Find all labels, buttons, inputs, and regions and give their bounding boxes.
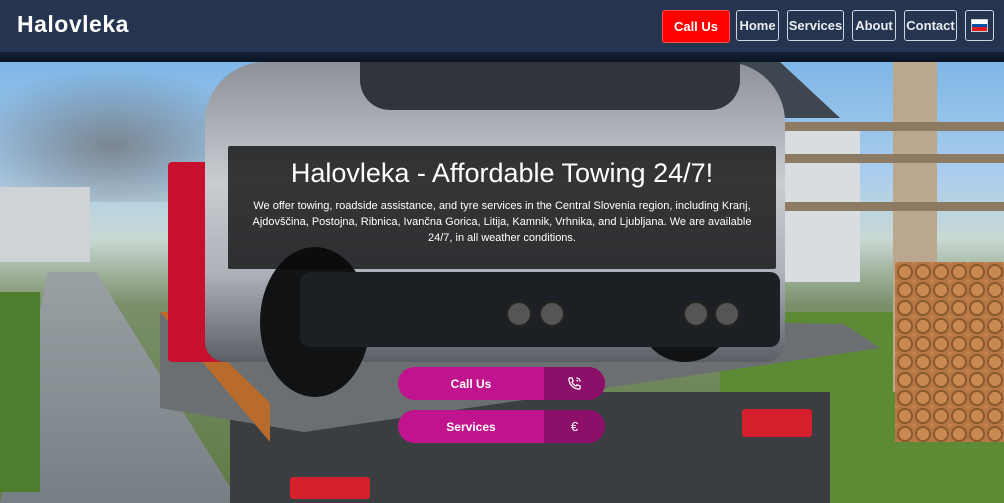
hero-title: Halovleka - Affordable Towing 24/7! xyxy=(290,158,714,188)
background-grass-left xyxy=(0,292,40,492)
euro-icon: € xyxy=(544,410,605,443)
fence-rail xyxy=(780,154,1004,163)
nav-home[interactable]: Home xyxy=(736,10,779,41)
nav-services[interactable]: Services xyxy=(787,10,844,41)
truck-tail-light xyxy=(742,409,812,437)
exhaust-pipe xyxy=(713,300,741,328)
exhaust-pipe xyxy=(682,300,710,328)
truck-tail-light xyxy=(290,477,370,499)
header-shadow xyxy=(0,52,1004,62)
woodpile xyxy=(895,262,1004,442)
fence-rail xyxy=(760,122,1004,131)
nav-contact[interactable]: Contact xyxy=(904,10,957,41)
call-us-button[interactable]: Call Us xyxy=(662,10,730,43)
exhaust-pipe xyxy=(538,300,566,328)
site-header: Halovleka Call Us Home Services About Co… xyxy=(0,0,1004,52)
hero-description: We offer towing, roadside assistance, an… xyxy=(252,200,752,244)
car-rear-window xyxy=(360,62,740,110)
slovenia-flag-icon xyxy=(971,19,988,32)
fence-rail xyxy=(780,202,1004,211)
site-logo[interactable]: Halovleka xyxy=(17,11,129,38)
call-us-cta-button[interactable]: Call Us xyxy=(398,367,605,400)
language-switcher[interactable] xyxy=(965,10,994,41)
cta-label: Services xyxy=(446,419,496,434)
phone-icon xyxy=(544,367,605,400)
nav-about[interactable]: About xyxy=(852,10,896,41)
exhaust-pipe xyxy=(505,300,533,328)
background-house-left xyxy=(0,187,90,262)
hero-text-box: Halovleka - Affordable Towing 24/7! We o… xyxy=(228,146,776,269)
cta-label: Call Us xyxy=(450,376,492,391)
services-cta-button[interactable]: Services € xyxy=(398,410,605,443)
